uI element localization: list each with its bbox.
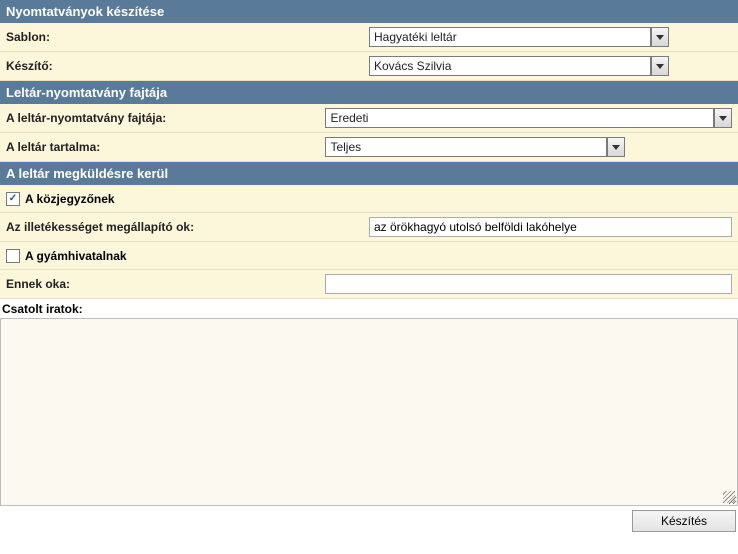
resize-grip-icon[interactable] (723, 491, 735, 503)
ennek-oka-label: Ennek oka: (6, 277, 325, 291)
section-header-type: Leltár-nyomtatvány fajtája (0, 81, 738, 104)
fajta-select-input[interactable] (325, 108, 714, 128)
attachments-area[interactable] (0, 318, 738, 506)
tartalma-select-button[interactable] (607, 137, 625, 157)
keszito-select-button[interactable] (651, 56, 669, 76)
ennek-oka-input[interactable] (325, 274, 732, 294)
section-header-send: A leltár megküldésre kerül (0, 162, 738, 185)
ennek-oka-control (325, 274, 732, 294)
row-illetekesseg: Az illetékességet megállapító ok: (0, 213, 738, 242)
kozjegyzonek-checkbox[interactable]: ✓ (6, 192, 20, 206)
tartalma-select-input[interactable] (325, 137, 607, 157)
illetekesseg-label: Az illetékességet megállapító ok: (6, 220, 369, 234)
fajta-control (325, 108, 732, 128)
illetekesseg-input[interactable] (369, 217, 732, 237)
row-fajta: A leltár-nyomtatvány fajtája: (0, 104, 738, 133)
keszito-select-input[interactable] (369, 56, 651, 76)
row-ennek-oka: Ennek oka: (0, 270, 738, 299)
fajta-select-button[interactable] (714, 108, 732, 128)
sablon-control (369, 27, 732, 47)
kozjegyzonek-label: A közjegyzőnek (25, 192, 115, 206)
gyamhivatalnak-checkbox[interactable] (6, 249, 20, 263)
illetekesseg-control (369, 217, 732, 237)
fajta-label: A leltár-nyomtatvány fajtája: (6, 111, 325, 125)
tartalma-control (325, 137, 732, 157)
sablon-label: Sablon: (6, 30, 369, 44)
gyamhivatalnak-label: A gyámhivatalnak (25, 249, 127, 263)
keszito-control (369, 56, 732, 76)
row-tartalma: A leltár tartalma: (0, 133, 738, 162)
keszito-label: Készítő: (6, 59, 369, 73)
footer: Készítés (0, 506, 738, 532)
sablon-select-button[interactable] (651, 27, 669, 47)
attachments-label: Csatolt iratok: (0, 299, 738, 318)
submit-button[interactable]: Készítés (632, 510, 736, 532)
row-kozjegyzonek-check: ✓ A közjegyzőnek (0, 185, 738, 213)
tartalma-label: A leltár tartalma: (6, 140, 325, 154)
section-header-form-create: Nyomtatványok készítése (0, 0, 738, 23)
row-keszito: Készítő: (0, 52, 738, 81)
row-gyamhivatalnak-check: A gyámhivatalnak (0, 242, 738, 270)
sablon-select-input[interactable] (369, 27, 651, 47)
row-sablon: Sablon: (0, 23, 738, 52)
